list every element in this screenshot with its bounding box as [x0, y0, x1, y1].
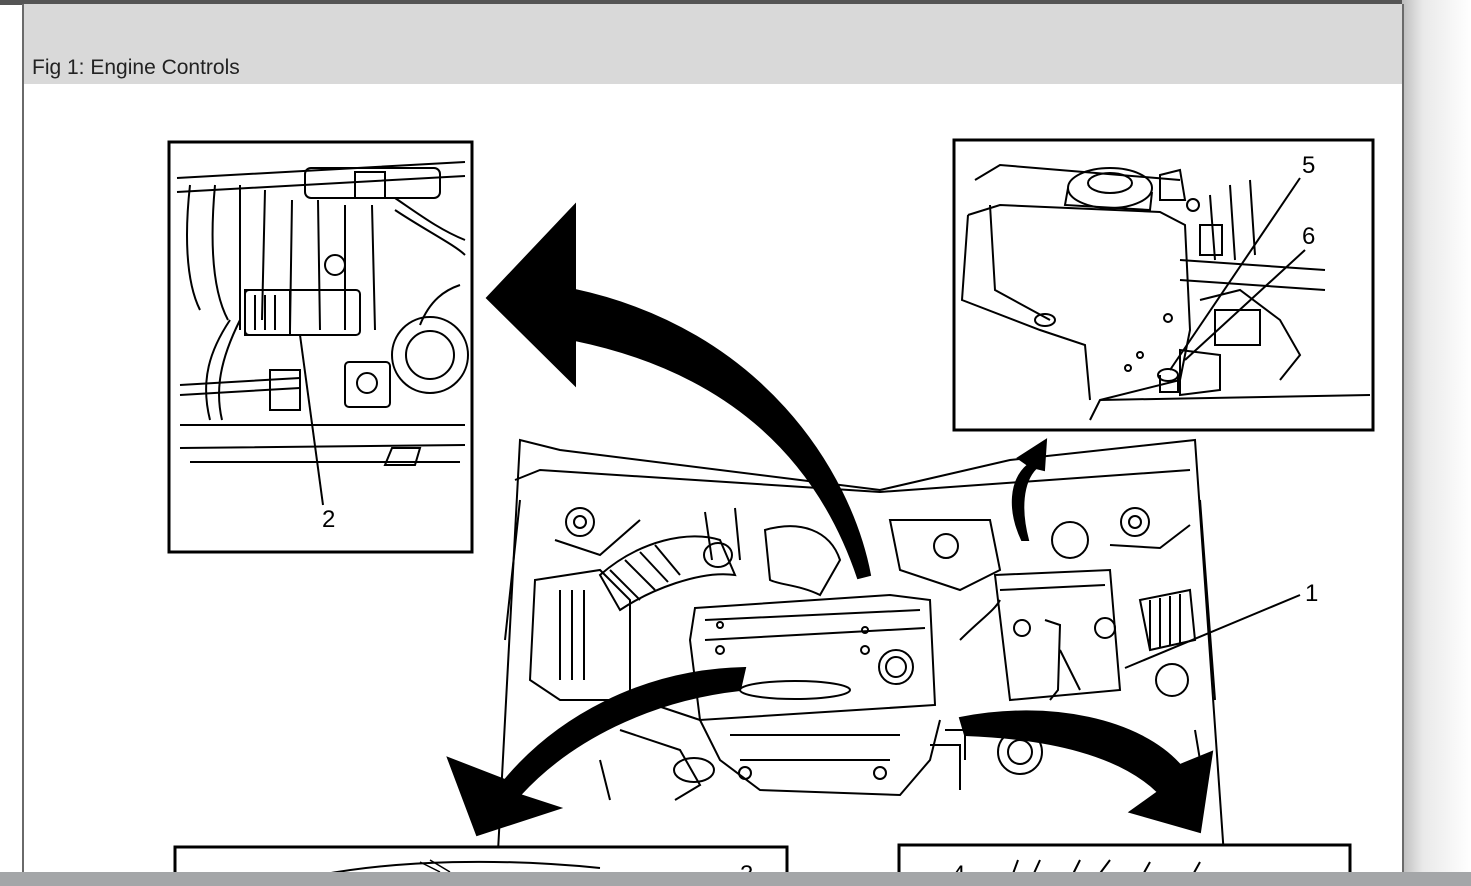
callout-1: 1	[1305, 580, 1318, 607]
arrow-to-mount-inset	[1011, 438, 1048, 541]
callout-2: 2	[322, 506, 335, 533]
connector-detail-inset: 2	[167, 140, 474, 554]
callout-6: 6	[1302, 223, 1315, 250]
mount-detail-inset: 5 6	[952, 138, 1375, 432]
engine-controls-diagram: 2 5 6 1	[167, 138, 1375, 886]
window-bottom-bar	[0, 872, 1471, 886]
arrow-to-connector-inset	[485, 202, 872, 580]
arrow-to-lower-left-inset	[446, 666, 747, 837]
arrow-to-lower-right-inset	[958, 710, 1214, 834]
engine-bay-illustration	[496, 438, 1226, 871]
callout-5: 5	[1302, 152, 1315, 179]
